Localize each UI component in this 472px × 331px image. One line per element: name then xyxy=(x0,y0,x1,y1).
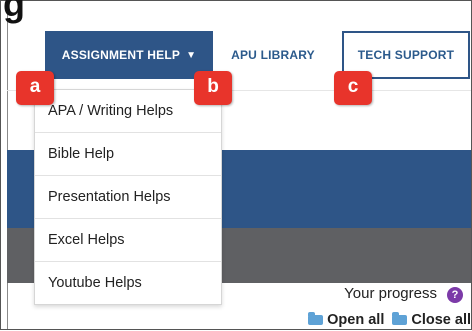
top-navigation: ASSIGNMENT HELP ▼ APU LIBRARY TECH SUPPO… xyxy=(1,23,472,79)
dropdown-item-excel-helps[interactable]: Excel Helps xyxy=(35,219,221,262)
folder-icon xyxy=(392,312,408,325)
question-icon[interactable]: ? xyxy=(447,287,463,303)
open-all-label: Open all xyxy=(327,312,385,328)
apu-library-link[interactable]: APU LIBRARY xyxy=(219,31,327,79)
callout-badge-b: b xyxy=(194,71,232,105)
expand-controls: Open all Close all xyxy=(300,309,471,331)
caret-down-icon: ▼ xyxy=(186,49,197,61)
close-all-label: Close all xyxy=(411,312,471,328)
open-all-button[interactable]: Open all xyxy=(308,312,384,328)
dropdown-item-youtube-helps[interactable]: Youtube Helps xyxy=(35,262,221,304)
heading-fragment: g xyxy=(3,0,25,24)
callout-badge-c: c xyxy=(334,71,372,105)
assignment-help-dropdown: APA / Writing Helps Bible Help Presentat… xyxy=(34,89,222,305)
assignment-help-menu-button[interactable]: ASSIGNMENT HELP ▼ xyxy=(45,31,213,79)
folder-icon xyxy=(308,312,324,325)
callout-badge-a: a xyxy=(16,71,54,105)
dropdown-item-presentation-helps[interactable]: Presentation Helps xyxy=(35,176,221,219)
progress-label: Your progress xyxy=(344,285,437,302)
assignment-help-label: ASSIGNMENT HELP xyxy=(61,48,181,62)
dropdown-item-bible-help[interactable]: Bible Help xyxy=(35,133,221,176)
close-all-button[interactable]: Close all xyxy=(392,312,471,328)
